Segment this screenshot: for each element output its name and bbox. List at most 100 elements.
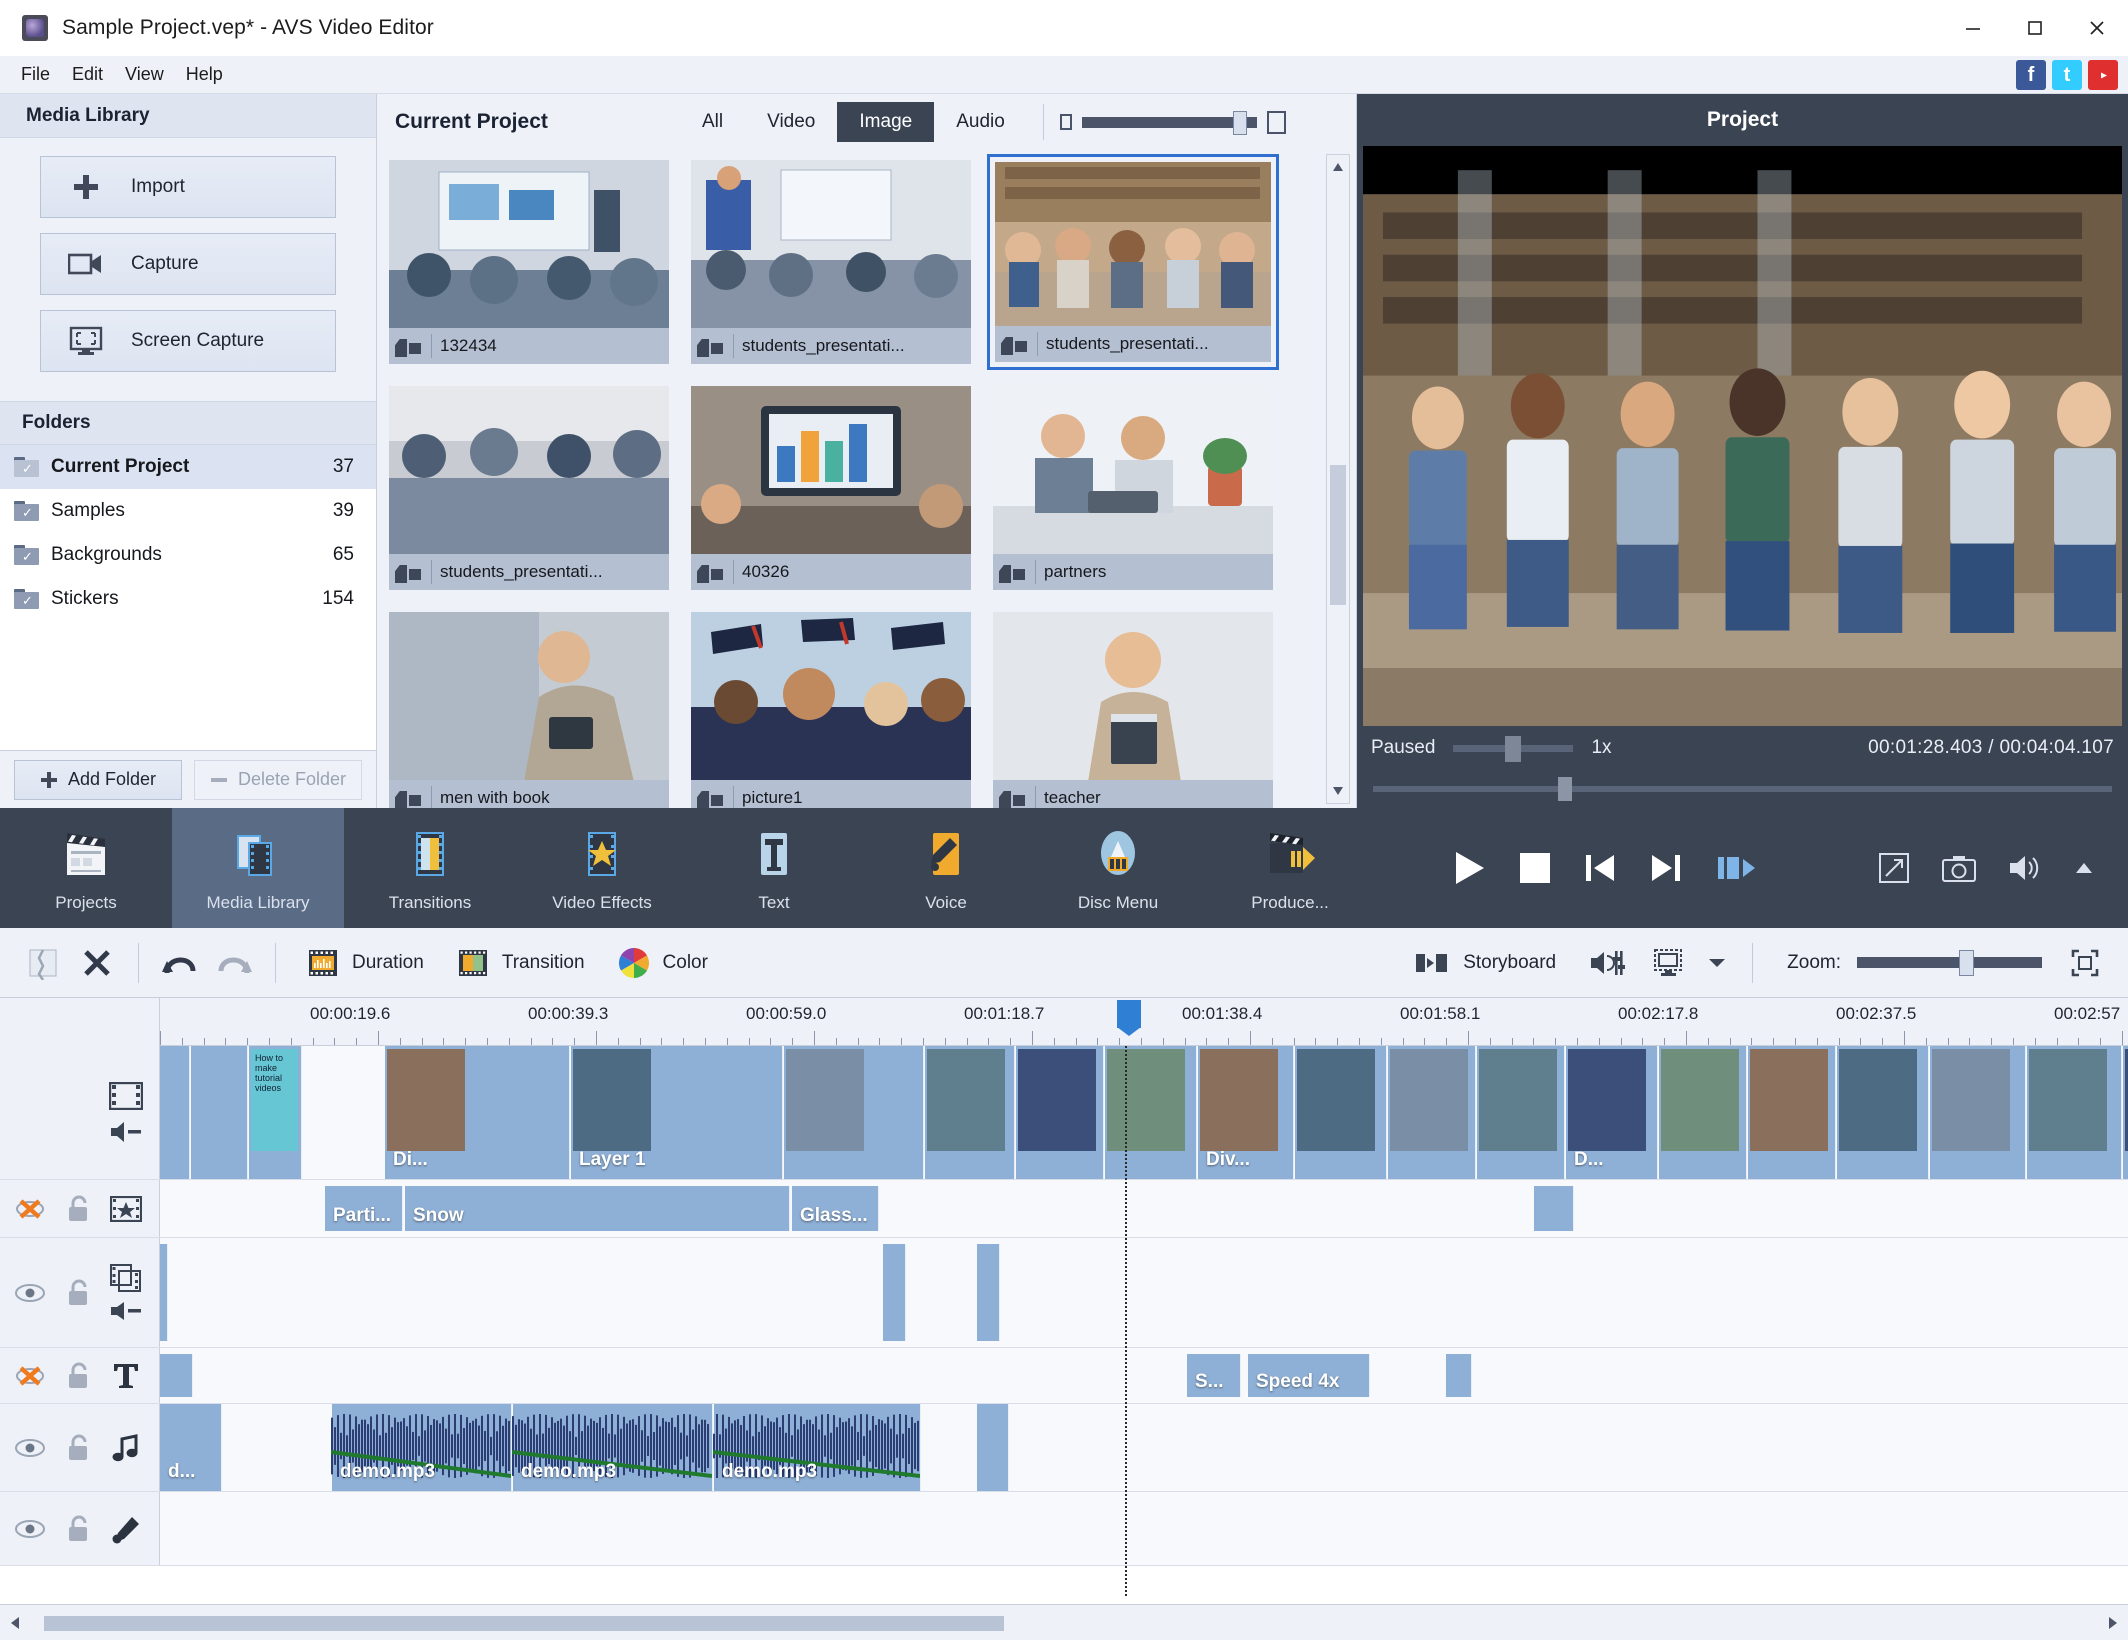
timeline-clip[interactable] — [925, 1046, 1015, 1179]
mode-produce[interactable]: Produce... — [1204, 808, 1376, 928]
hscroll-thumb[interactable] — [44, 1615, 1004, 1631]
timeline-clip[interactable] — [1748, 1046, 1836, 1179]
scrollbar-thumb[interactable] — [1330, 465, 1346, 605]
timeline-clip[interactable]: How to make tutorial videos — [249, 1046, 302, 1179]
screen-capture-button[interactable]: Screen Capture — [40, 310, 336, 372]
scroll-down-icon[interactable] — [1327, 779, 1349, 803]
timeline-clip[interactable]: Snow — [405, 1186, 790, 1231]
effects-off-icon[interactable] — [13, 1196, 47, 1222]
speed-slider-handle[interactable] — [1505, 735, 1522, 762]
track-clips[interactable] — [160, 1492, 2128, 1565]
scroll-left-icon[interactable] — [0, 1605, 30, 1640]
facebook-icon[interactable]: f — [2016, 60, 2046, 90]
delete-folder-button[interactable]: Delete Folder — [194, 759, 362, 800]
unlock-icon[interactable] — [61, 1434, 95, 1462]
youtube-icon[interactable] — [2088, 60, 2118, 90]
timeline-clip[interactable]: Div... — [1198, 1046, 1294, 1179]
preview-seek-bar[interactable] — [1357, 770, 2128, 808]
zoom-slider-handle[interactable] — [1959, 950, 1974, 976]
timeline-clip[interactable] — [1295, 1046, 1387, 1179]
media-item[interactable]: teacher — [989, 608, 1277, 808]
storyboard-button[interactable]: Storyboard — [1399, 950, 1572, 976]
timeline-clip[interactable]: Divi... — [2123, 1046, 2128, 1179]
timeline-clip[interactable] — [1388, 1046, 1476, 1179]
play-button[interactable] — [1452, 850, 1486, 886]
folder-item-stickers[interactable]: ✓ Stickers 154 — [0, 577, 376, 621]
scroll-up-icon[interactable] — [1327, 155, 1349, 179]
preview-video-surface[interactable] — [1363, 146, 2122, 726]
folder-item-current-project[interactable]: ✓ Current Project 37 — [0, 445, 376, 489]
scroll-right-icon[interactable] — [2098, 1605, 2128, 1640]
mode-projects[interactable]: Projects — [0, 808, 172, 928]
import-button[interactable]: Import — [40, 156, 336, 218]
timeline-clip[interactable] — [977, 1244, 1000, 1341]
timeline-clip[interactable] — [160, 1244, 168, 1341]
timeline-clip[interactable] — [160, 1046, 190, 1179]
view-mode-icon[interactable] — [1642, 940, 1696, 986]
next-frame-button[interactable] — [1650, 853, 1682, 883]
unlock-icon[interactable] — [61, 1195, 95, 1223]
eye-icon[interactable] — [13, 1437, 47, 1459]
unlock-icon[interactable] — [61, 1362, 95, 1390]
menu-view[interactable]: View — [114, 60, 175, 89]
timeline-clip[interactable] — [1837, 1046, 1929, 1179]
timeline-clip[interactable] — [784, 1046, 924, 1179]
timeline-horizontal-scrollbar[interactable] — [0, 1604, 2128, 1640]
media-item[interactable]: students_presentati... — [385, 382, 673, 594]
track-clips[interactable]: S... Speed 4x — [160, 1348, 2128, 1403]
track-clips[interactable]: How to make tutorial videos Di... Layer 1 D… — [160, 1046, 2128, 1179]
speaker-minus-icon[interactable] — [109, 1120, 143, 1144]
unlock-icon[interactable] — [61, 1515, 95, 1543]
delete-icon[interactable] — [70, 940, 124, 986]
timeline-clip[interactable] — [1534, 1186, 1574, 1231]
media-item[interactable]: 40326 — [687, 382, 975, 594]
timeline-clip[interactable] — [2027, 1046, 2122, 1179]
split-icon[interactable] — [16, 940, 70, 986]
color-button[interactable]: Color — [601, 946, 724, 980]
media-item[interactable]: 132434 — [385, 156, 673, 368]
media-item[interactable]: partners — [989, 382, 1277, 594]
thumb-size-handle[interactable] — [1232, 110, 1247, 135]
tab-all[interactable]: All — [680, 102, 745, 142]
twitter-icon[interactable]: t — [2052, 60, 2082, 90]
previous-frame-button[interactable] — [1584, 853, 1616, 883]
undo-icon[interactable] — [153, 940, 207, 986]
timeline-clip[interactable] — [1477, 1046, 1565, 1179]
close-button[interactable] — [2066, 0, 2128, 56]
eye-icon[interactable] — [13, 1518, 47, 1540]
volume-button[interactable] — [2008, 853, 2042, 883]
folder-item-backgrounds[interactable]: ✓ Backgrounds 65 — [0, 533, 376, 577]
timeline-clip[interactable] — [191, 1046, 248, 1179]
timeline-clip[interactable]: Glass... — [792, 1186, 879, 1231]
media-grid-scrollbar[interactable] — [1326, 154, 1350, 804]
seek-handle[interactable] — [1557, 777, 1572, 801]
set-marker-button[interactable] — [1716, 853, 1756, 883]
tab-audio[interactable]: Audio — [934, 102, 1027, 142]
redo-icon[interactable] — [207, 940, 261, 986]
timeline-clip[interactable] — [1930, 1046, 2026, 1179]
zoom-slider[interactable] — [1857, 950, 2042, 976]
mode-disc-menu[interactable]: Disc Menu — [1032, 808, 1204, 928]
timeline-clip[interactable] — [1016, 1046, 1104, 1179]
thumb-size-track[interactable] — [1081, 110, 1257, 135]
track-clips[interactable]: d... demo.mp3 demo.mp3 demo.mp3 — [160, 1404, 2128, 1491]
timeline-clip[interactable]: demo.mp3 — [512, 1404, 713, 1491]
timeline-clip[interactable] — [977, 1404, 1009, 1491]
timeline-clip[interactable] — [1105, 1046, 1197, 1179]
folder-item-samples[interactable]: ✓ Samples 39 — [0, 489, 376, 533]
timeline-ruler[interactable]: 00:00:19.6 00:00:39.3 00:00:59.0 00:01:1… — [0, 998, 2128, 1046]
track-clips[interactable] — [160, 1238, 2128, 1347]
tab-image[interactable]: Image — [837, 102, 935, 142]
thumbnail-size-slider[interactable] — [1059, 110, 1286, 135]
timeline-clip[interactable]: Layer 1 — [571, 1046, 783, 1179]
maximize-button[interactable] — [2004, 0, 2066, 56]
seek-track[interactable] — [1373, 777, 2112, 801]
timeline-clip[interactable]: Parti... — [325, 1186, 403, 1231]
timeline-clip[interactable]: demo.mp3 — [331, 1404, 512, 1491]
menu-help[interactable]: Help — [175, 60, 234, 89]
fullscreen-button[interactable] — [1878, 852, 1910, 884]
timeline-clip[interactable]: Di... — [385, 1046, 570, 1179]
view-mode-dropdown-icon[interactable] — [1704, 940, 1730, 986]
mode-video-effects[interactable]: Video Effects — [516, 808, 688, 928]
menu-file[interactable]: File — [10, 60, 61, 89]
